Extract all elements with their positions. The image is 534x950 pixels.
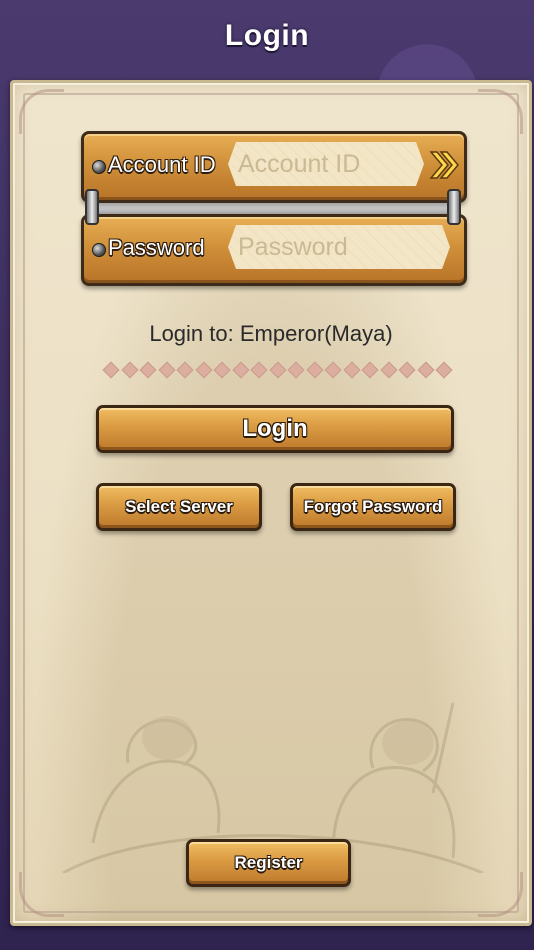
divider-diamond <box>176 361 194 379</box>
divider-diamond <box>102 361 120 379</box>
divider-diamond <box>269 361 286 379</box>
divider-diamond <box>380 361 397 379</box>
divider-diamond <box>287 361 305 379</box>
page-title: Login <box>224 19 310 52</box>
divider-diamond <box>324 361 342 379</box>
divider-diamond <box>158 361 175 379</box>
double-chevron-right-icon[interactable] <box>428 148 460 182</box>
select-server-button[interactable]: Select Server <box>96 483 262 531</box>
login-panel: Account ID Password Login to: Emperor(Ma… <box>10 80 532 926</box>
divider-diamond <box>121 361 138 379</box>
divider-diamond <box>250 361 268 379</box>
diamond-divider <box>102 361 453 379</box>
divider-diamond <box>343 361 360 379</box>
title-bar: Login <box>0 0 534 72</box>
account-id-input[interactable] <box>228 142 424 186</box>
divider-diamond <box>195 361 212 379</box>
password-label: Password <box>108 235 205 260</box>
rod-peg <box>447 189 461 225</box>
divider-diamond <box>417 361 434 379</box>
rod-peg <box>85 189 99 225</box>
divider-diamond <box>361 361 379 379</box>
login-button[interactable]: Login <box>96 405 454 453</box>
password-input[interactable] <box>228 225 450 269</box>
divider-diamond <box>398 361 416 379</box>
password-plate: Password <box>81 214 467 286</box>
divider-diamond <box>435 361 453 379</box>
account-id-plate: Account ID <box>81 131 467 203</box>
register-button[interactable]: Register <box>186 839 351 887</box>
server-status-text: Login to: Emperor(Maya) <box>149 321 393 346</box>
divider-diamond <box>213 361 231 379</box>
bullet-dot-icon <box>92 243 106 257</box>
login-screen: Login Account ID Password Login <box>0 0 534 950</box>
account-id-label: Account ID <box>108 152 216 177</box>
divider-diamond <box>139 361 157 379</box>
divider-diamond <box>232 361 249 379</box>
divider-diamond <box>306 361 323 379</box>
bullet-dot-icon <box>92 160 106 174</box>
forgot-password-button[interactable]: Forgot Password <box>290 483 456 531</box>
